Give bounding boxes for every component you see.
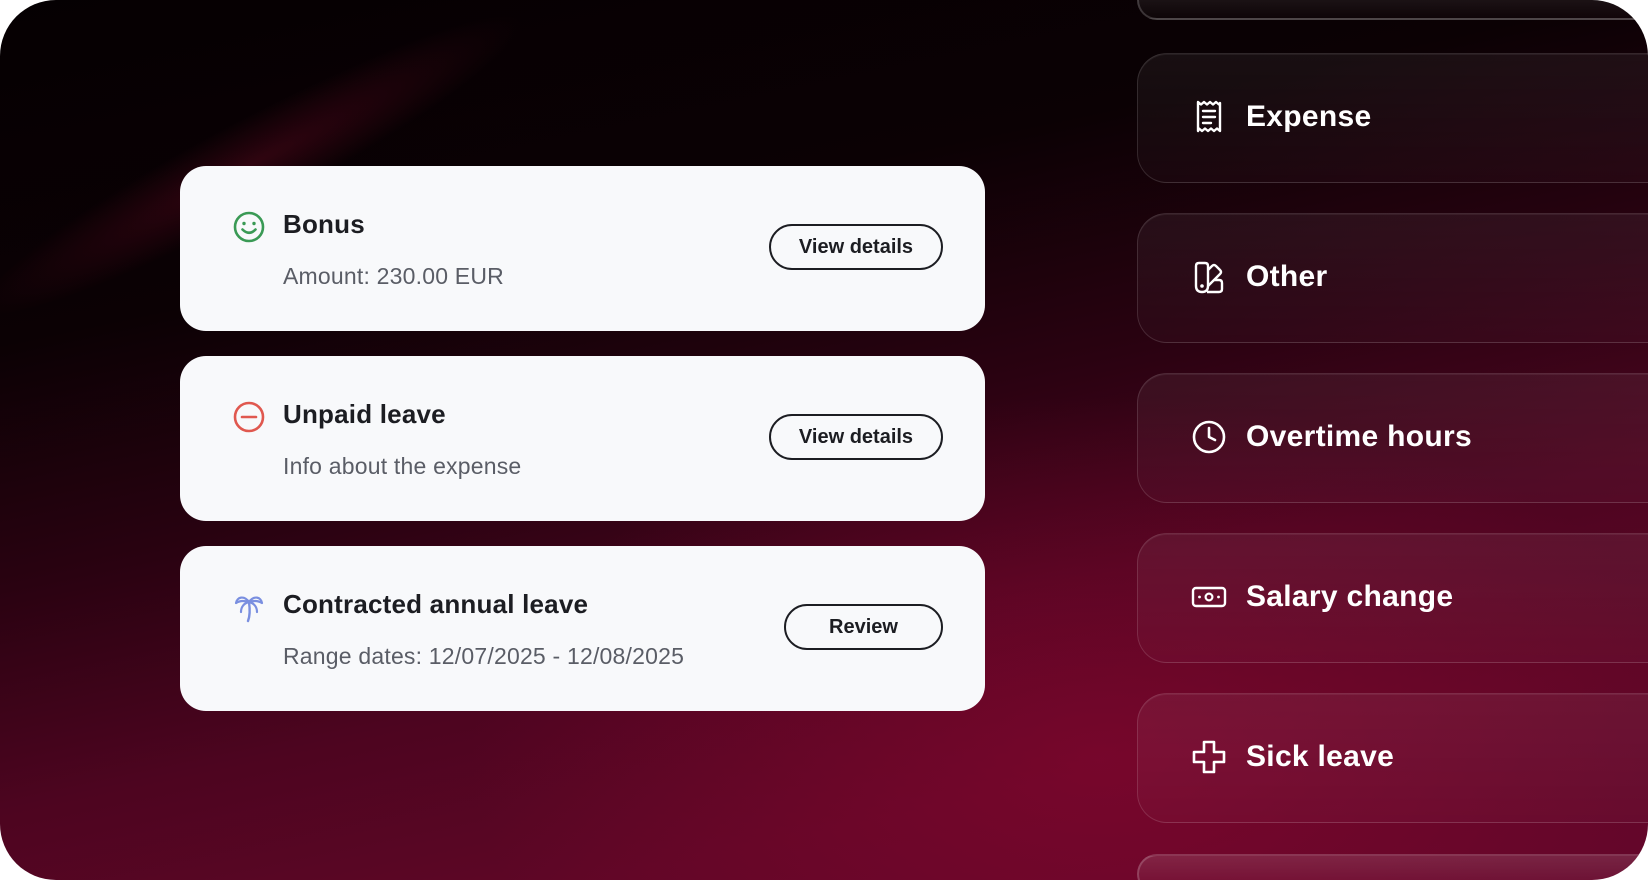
clock-icon (1190, 418, 1228, 456)
smile-icon (232, 210, 266, 244)
menu-item-salary-change[interactable]: Salary change (1137, 533, 1648, 663)
card-title: Bonus (283, 209, 365, 239)
menu-item-label: Sick leave (1246, 740, 1395, 773)
menu-item-label: Overtime hours (1246, 420, 1472, 453)
medical-cross-icon (1190, 738, 1228, 776)
request-card-bonus: Bonus Amount: 230.00 EUR View details (180, 166, 985, 331)
card-title: Contracted annual leave (283, 589, 589, 619)
review-button[interactable]: Review (784, 604, 943, 650)
receipt-icon (1190, 98, 1228, 136)
menu-item-sick-leave[interactable]: Sick leave (1137, 693, 1648, 823)
menu-item-other[interactable]: Other (1137, 213, 1648, 343)
card-title: Unpaid leave (283, 399, 446, 429)
banknote-icon (1190, 578, 1228, 616)
card-subtitle: Info about the expense (283, 453, 522, 479)
view-details-button[interactable]: View details (769, 224, 943, 270)
menu-item-label: Expense (1246, 100, 1372, 133)
minus-circle-icon (232, 400, 266, 434)
request-card-unpaid-leave: Unpaid leave Info about the expense View… (180, 356, 985, 521)
menu-item-label: Salary change (1246, 580, 1454, 613)
palm-tree-icon (232, 590, 266, 624)
menu-item-label: Other (1246, 260, 1328, 293)
menu-item-overtime-hours[interactable]: Overtime hours (1137, 373, 1648, 503)
card-subtitle: Amount: 230.00 EUR (283, 263, 504, 289)
app-canvas: Bonus Amount: 230.00 EUR View details Un… (0, 0, 1648, 880)
view-details-button[interactable]: View details (769, 414, 943, 460)
menu-item-partial-bottom (1137, 854, 1648, 880)
swatches-icon (1190, 258, 1228, 296)
request-card-annual-leave: Contracted annual leave Range dates: 12/… (180, 546, 985, 711)
menu-item-expense[interactable]: Expense (1137, 53, 1648, 183)
card-subtitle: Range dates: 12/07/2025 - 12/08/2025 (283, 643, 685, 669)
menu-item-partial-top (1137, 0, 1648, 20)
